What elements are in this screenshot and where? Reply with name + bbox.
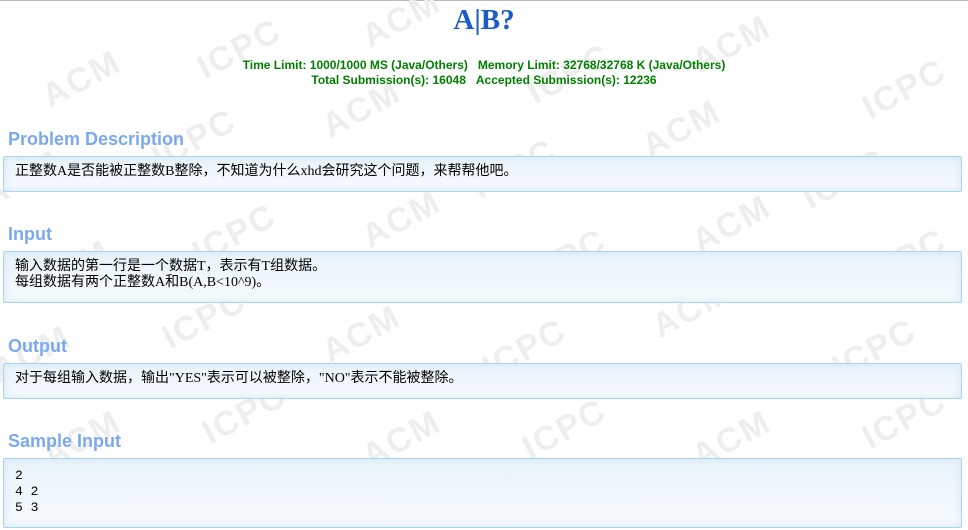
input-text-line-1: 输入数据的第一行是一个数据T，表示有T组数据。 (15, 259, 327, 274)
problem-limits: Time Limit: 1000/1000 MS (Java/Others) Me… (0, 58, 968, 88)
output-panel: 对于每组输入数据，输出"YES"表示可以被整除，"NO"表示不能被整除。 (3, 363, 962, 399)
output-text: 对于每组输入数据，输出"YES"表示可以被整除，"NO"表示不能被整除。 (15, 371, 463, 386)
accepted-submissions: Accepted Submission(s): 12236 (475, 73, 657, 87)
sample-input-panel[interactable]: 2 4 2 5 3 (3, 458, 962, 528)
total-submissions: Total Submission(s): 16048 (311, 73, 466, 87)
output-heading: Output (8, 336, 67, 356)
limits-row-1: Time Limit: 1000/1000 MS (Java/Others) Me… (0, 58, 968, 73)
limits-row-2: Total Submission(s): 16048 Accepted Submi… (0, 73, 968, 88)
input-heading: Input (8, 224, 52, 244)
problem-description-panel: 正整数A是否能被正整数B整除，不知道为什么xhd会研究这个问题，来帮帮他吧。 (3, 156, 962, 192)
watermark-text: ICPC (516, 391, 613, 467)
input-panel: 输入数据的第一行是一个数据T，表示有T组数据。 每组数据有两个正整数A和B(A,… (3, 251, 962, 303)
watermark-text: ACM (355, 182, 448, 256)
top-border (0, 0, 968, 1)
problem-title: A|B? (453, 4, 515, 36)
sample-input-line-2: 4 2 (15, 484, 39, 499)
watermark-text: ACM (315, 297, 408, 371)
input-text-line-2: 每组数据有两个正整数A和B(A,B<10^9)。 (15, 275, 271, 290)
sample-input-heading: Sample Input (8, 431, 122, 451)
sample-input-line-1: 2 (15, 468, 23, 483)
problem-description-text: 正整数A是否能被正整数B整除，不知道为什么xhd会研究这个问题，来帮帮他吧。 (15, 164, 518, 179)
memory-limit: Memory Limit: 32768/32768 K (Java/Others… (477, 58, 726, 72)
problem-description-heading: Problem Description (8, 129, 185, 149)
time-limit: Time Limit: 1000/1000 MS (Java/Others) (242, 58, 468, 72)
sample-input-line-3: 5 3 (15, 500, 39, 515)
